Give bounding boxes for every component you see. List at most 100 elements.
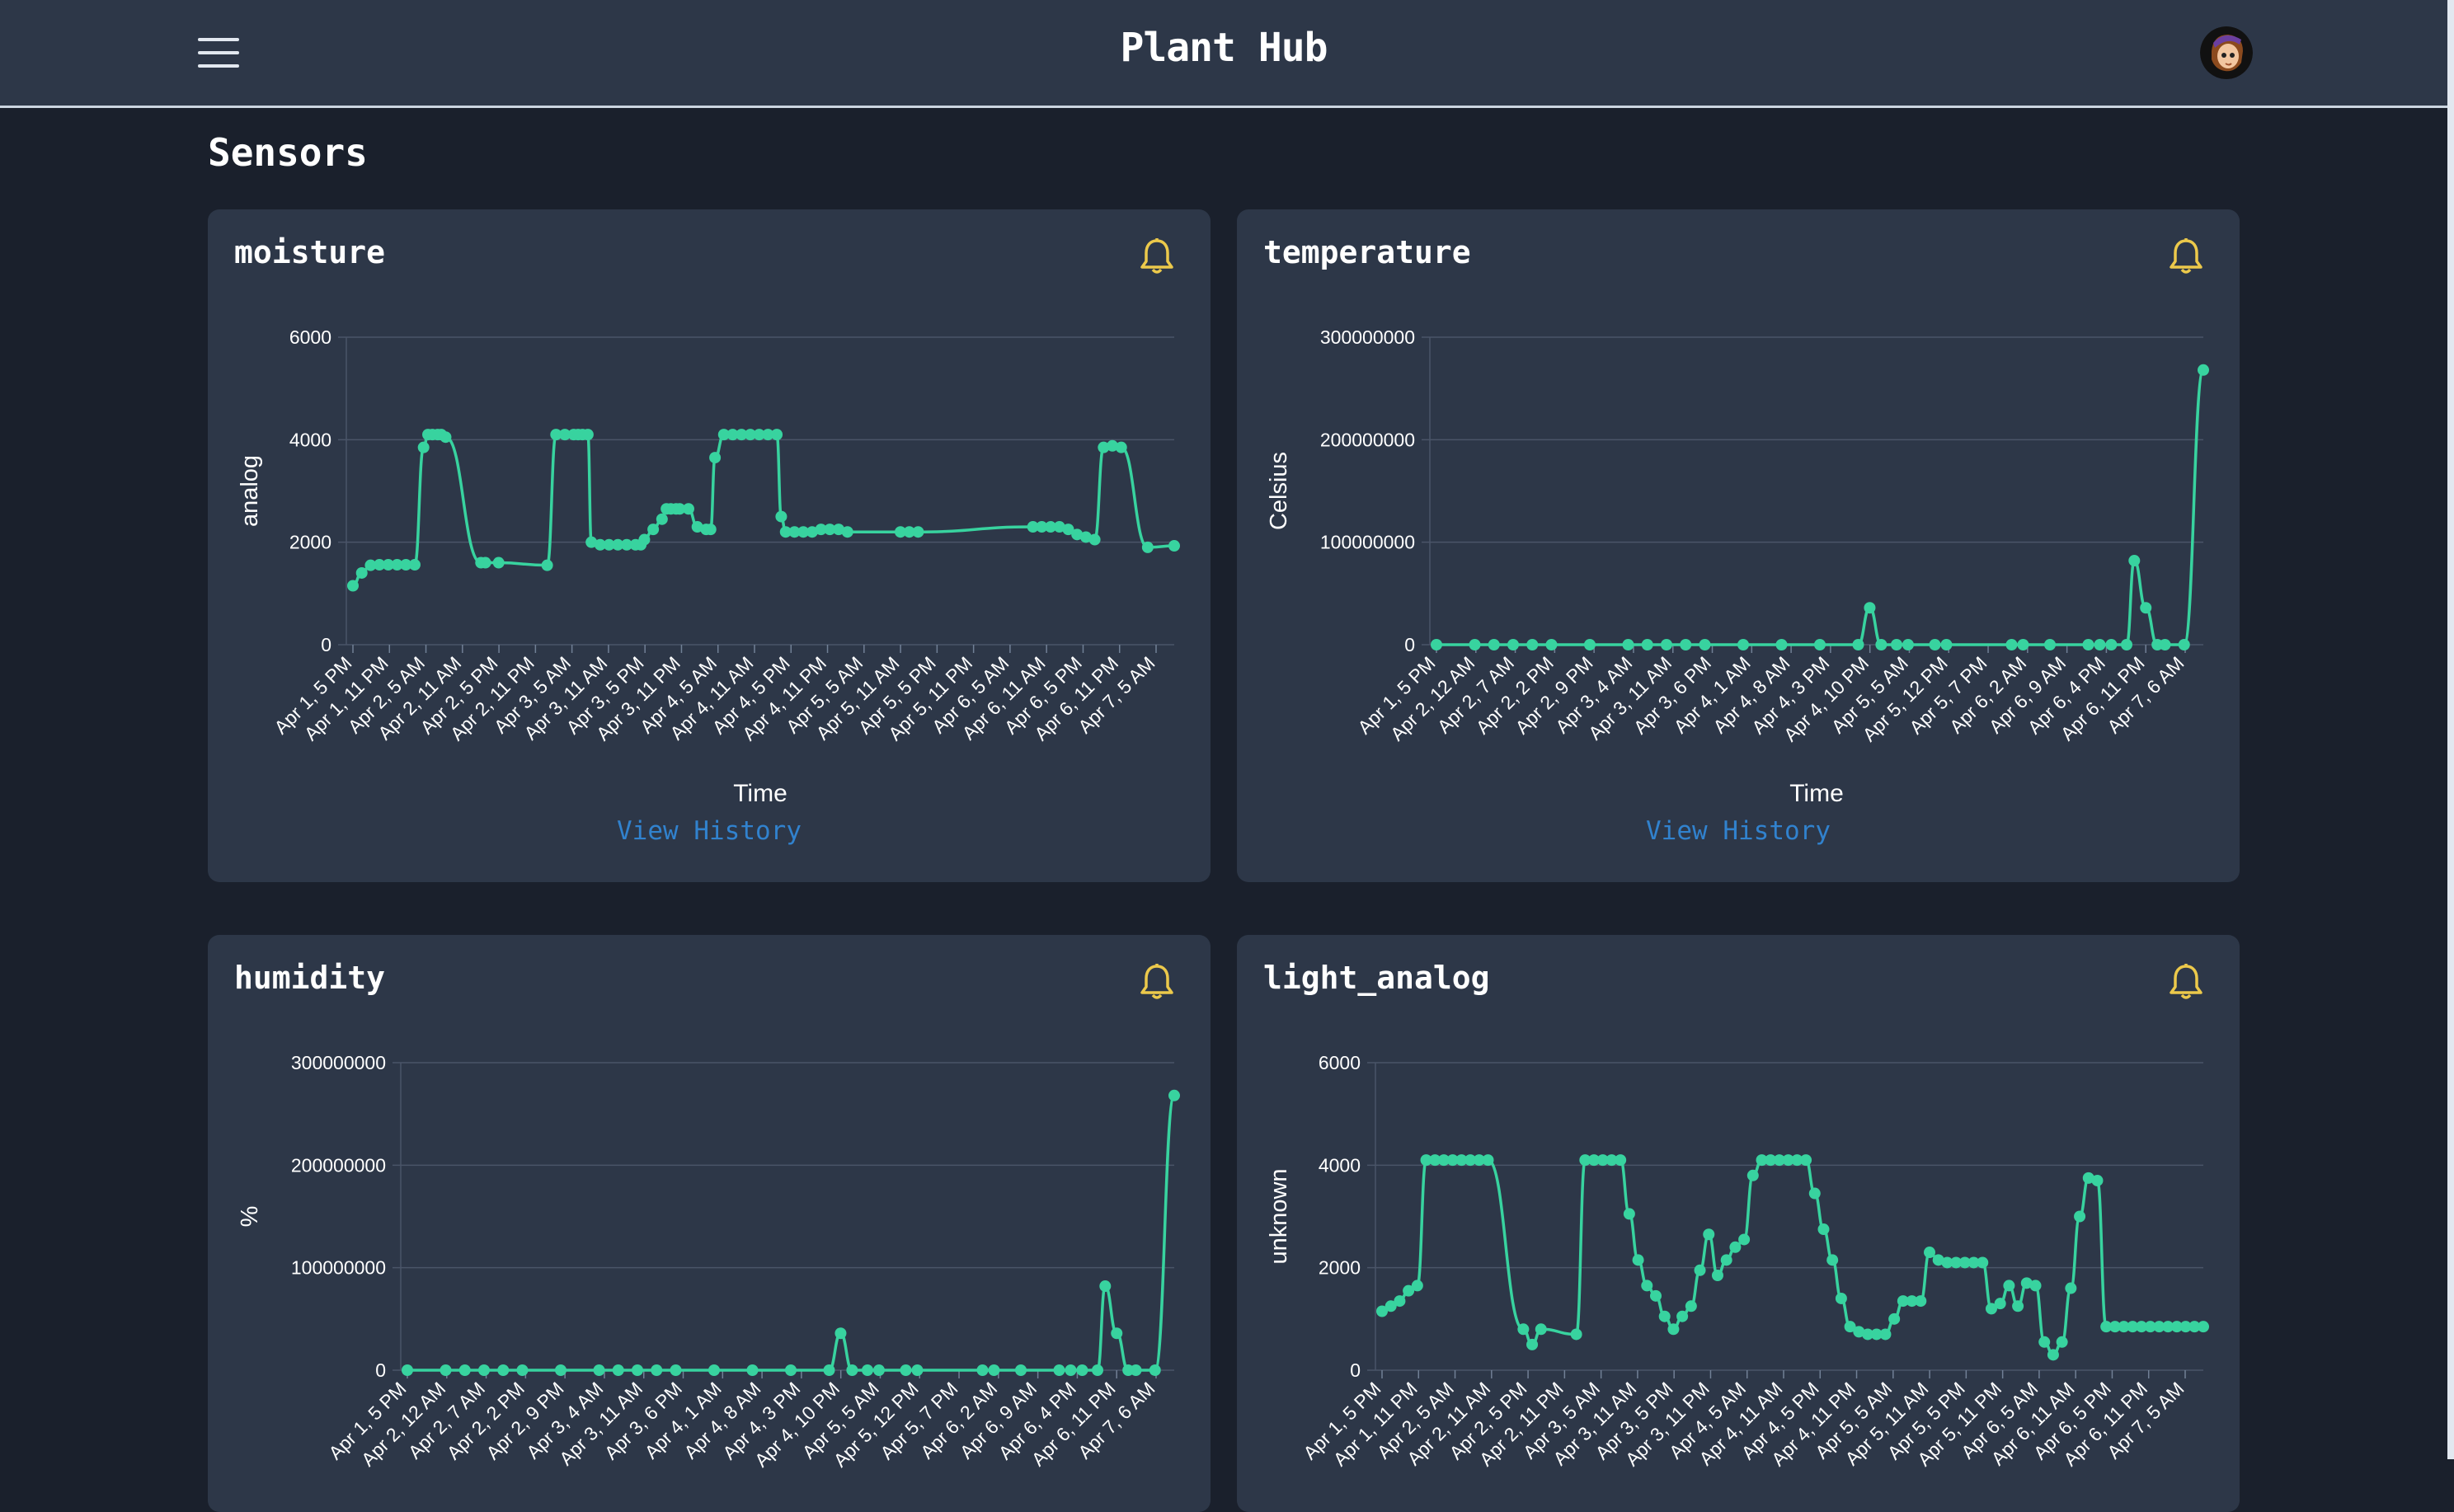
data-point [823, 1364, 835, 1376]
data-point [912, 526, 924, 538]
y-tick-label: 0 [1350, 1359, 1361, 1381]
data-point [1835, 1292, 1847, 1304]
data-point [1111, 1327, 1123, 1340]
data-point [1902, 639, 1914, 650]
data-point [1641, 639, 1653, 650]
data-point [1517, 1323, 1530, 1336]
data-point [1940, 639, 1953, 650]
data-point [1658, 1310, 1671, 1322]
data-point [1545, 639, 1558, 650]
data-point [516, 1364, 529, 1376]
data-point [1088, 533, 1101, 546]
data-point [355, 566, 368, 579]
data-point [2198, 1321, 2209, 1333]
data-point [440, 1364, 452, 1376]
data-point [862, 1364, 873, 1376]
data-point [2017, 639, 2029, 650]
y-tick-label: 2000 [1319, 1257, 1361, 1279]
data-point [1915, 1295, 1927, 1308]
data-point [775, 510, 787, 523]
data-point [670, 1364, 682, 1376]
data-point [1852, 639, 1864, 650]
data-point [746, 1364, 759, 1376]
data-point [612, 1364, 624, 1376]
data-point [2029, 1280, 2042, 1292]
data-point [651, 1364, 663, 1376]
data-point [1168, 1089, 1180, 1101]
data-point [1168, 540, 1180, 552]
data-point [1924, 1247, 1935, 1259]
data-point [2121, 639, 2132, 650]
data-point [1092, 1364, 1103, 1376]
data-point [1632, 1254, 1644, 1266]
y-tick-label: 0 [375, 1359, 386, 1381]
y-tick-label: 4000 [1319, 1154, 1361, 1176]
y-tick-label: 6000 [289, 326, 331, 348]
data-point [1694, 1264, 1706, 1276]
data-point [1826, 1254, 1839, 1266]
data-point [647, 524, 660, 536]
data-point [682, 503, 694, 515]
data-point [1141, 541, 1154, 553]
data-point [1864, 602, 1876, 614]
data-point [632, 1364, 643, 1376]
data-point [2056, 1336, 2068, 1348]
data-point [2047, 1349, 2059, 1361]
data-point [911, 1364, 924, 1376]
data-point [1488, 639, 1500, 650]
data-point [402, 1364, 413, 1376]
data-point [2140, 602, 2152, 614]
data-point [2128, 555, 2141, 567]
data-point [1738, 1233, 1751, 1246]
data-point [581, 429, 594, 441]
data-point [2159, 639, 2171, 650]
view-history-link[interactable]: View History [1237, 816, 2240, 846]
y-axis-title: unknown [1266, 1168, 1292, 1264]
window-edge [2447, 0, 2454, 1459]
data-point [1115, 441, 1127, 453]
data-point [440, 431, 452, 444]
data-point [1676, 1310, 1689, 1322]
data-point [1817, 1223, 1830, 1236]
sensor-card-temperature: temperature 0 100000000 200000000 300000000… [1237, 209, 2240, 882]
data-point [1149, 1364, 1161, 1376]
series-line [407, 1094, 1176, 1372]
data-point [1507, 639, 1519, 650]
data-point [1977, 1256, 1989, 1269]
data-point [1703, 1228, 1715, 1241]
top-nav-bar: Plant Hub [0, 0, 2447, 108]
data-point [1808, 1187, 1821, 1200]
data-point [988, 1364, 1000, 1376]
moisture-chart: 0200040006000Apr 1, 5 PMApr 1, 11 PMApr … [237, 326, 1180, 807]
data-point [1729, 1241, 1742, 1253]
data-point [1570, 1328, 1582, 1341]
data-point [1469, 639, 1481, 650]
data-point [1482, 1154, 1494, 1167]
data-point [1800, 1154, 1812, 1167]
data-point [347, 580, 359, 592]
data-point [1711, 1269, 1723, 1281]
y-tick-label: 4000 [289, 429, 331, 450]
data-point [1394, 1295, 1406, 1308]
data-point [1431, 639, 1442, 650]
sensor-card-moisture: moisture 0 2000 4000 6000 Apr 1, 5 PM Apr 1, … [208, 209, 1211, 882]
y-tick-label: 300000000 [1320, 326, 1415, 348]
y-tick-label: 100000000 [1320, 532, 1415, 553]
data-point [1891, 639, 1902, 650]
view-history-link[interactable]: View History [208, 816, 1211, 846]
data-point [2038, 1336, 2051, 1348]
user-avatar[interactable] [2200, 26, 2253, 79]
data-point [1015, 1364, 1027, 1376]
y-tick-label: 200000000 [1320, 429, 1415, 450]
data-point [1720, 1254, 1732, 1266]
data-point [2198, 364, 2209, 376]
x-axis-title: Time [1789, 780, 1844, 807]
data-point [492, 556, 505, 569]
y-axis-title: % [237, 1206, 263, 1228]
data-point [2094, 639, 2106, 650]
data-point [479, 556, 491, 569]
data-point [1053, 1364, 1065, 1376]
data-point [1775, 639, 1788, 650]
y-tick-label: 200000000 [291, 1154, 386, 1176]
data-point [2091, 1174, 2104, 1186]
